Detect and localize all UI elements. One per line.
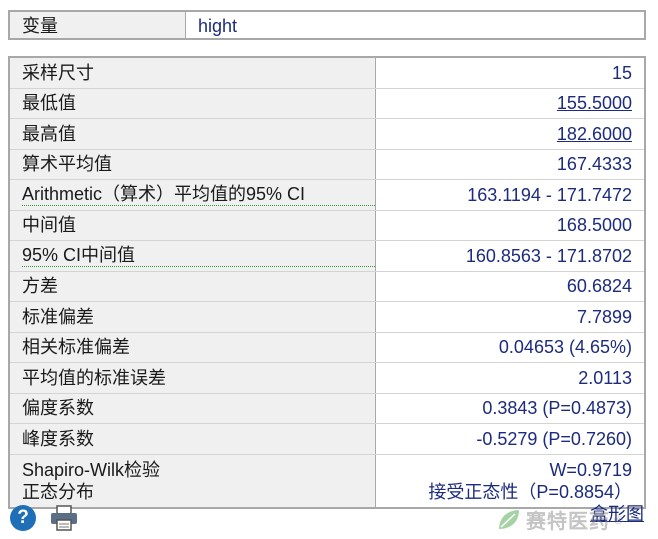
footer-toolbar: ? [10,505,78,531]
relative-std-dev-label: 相关标准偏差 [10,332,376,362]
maximum-label: 最高值 [10,119,376,149]
watermark-text: 赛特医药 [526,511,610,533]
median-value: 168.5000 [556,215,632,236]
variance-value: 60.6824 [566,276,632,297]
kurtosis-value: -0.5279 (P=0.7260) [476,428,632,449]
maximum-value-cell: 182.6000 [376,119,644,149]
normality-test-name: Shapiro-Wilk检验 [22,459,161,480]
table-row: Shapiro-Wilk检验 正态分布 W=0.9719 接受正态性（P=0.8… [10,454,644,507]
table-row: 中间值 168.5000 [10,210,644,241]
table-row: 算术平均值 167.4333 [10,149,644,180]
median-ci-label[interactable]: 95% CI中间值 [22,244,375,268]
table-row: Arithmetic（算术）平均值的95% CI 163.1194 - 171.… [10,180,644,211]
normality-distribution-label: 正态分布 [22,481,94,502]
help-icon[interactable]: ? [10,505,36,531]
mean-label: 算术平均值 [10,149,376,179]
table-row: 95% CI中间值 160.8563 - 171.8702 [10,241,644,272]
registered-mark: ® [614,512,623,527]
table-row: 最低值 155.5000 [10,88,644,119]
minimum-label: 最低值 [10,88,376,118]
variance-label: 方差 [10,271,376,301]
mean-value: 167.4333 [556,154,632,175]
normality-w-value: W=0.9719 [549,459,632,480]
mean-ci-label[interactable]: Arithmetic（算术）平均值的95% CI [22,183,375,207]
table-row: 标准偏差 7.7899 [10,302,644,333]
sample-size-value: 15 [611,62,632,83]
median-ci-value: 160.8563 - 171.8702 [465,245,632,266]
std-error-label: 平均值的标准误差 [10,363,376,393]
maximum-value-link[interactable]: 182.6000 [557,123,632,145]
std-error-value: 2.0113 [578,367,632,388]
std-dev-value: 7.7899 [576,306,632,327]
mean-ci-value: 163.1194 - 171.7472 [467,184,632,205]
table-row: 最高值 182.6000 [10,119,644,150]
variable-table: 变量 hight [8,10,646,40]
std-dev-label: 标准偏差 [10,302,376,332]
mean-ci-label-cell: Arithmetic（算术）平均值的95% CI [10,180,376,210]
table-row: 方差 60.6824 [10,271,644,302]
median-label: 中间值 [10,210,376,240]
print-icon[interactable] [50,505,78,531]
sample-size-label: 采样尺寸 [10,58,376,88]
skewness-label: 偏度系数 [10,393,376,423]
variable-value: hight [198,16,238,36]
kurtosis-label: 峰度系数 [10,424,376,454]
minimum-value-cell: 155.5000 [376,89,644,119]
median-ci-label-cell: 95% CI中间值 [10,241,376,271]
table-row: 偏度系数 0.3843 (P=0.4873) [10,393,644,424]
skewness-value: 0.3843 (P=0.4873) [482,398,632,419]
normality-label: Shapiro-Wilk检验 正态分布 [10,454,376,507]
variable-label: 变量 [10,12,186,38]
table-row: 平均值的标准误差 2.0113 [10,363,644,394]
watermark: 赛特医药 ® [496,505,623,534]
statistics-table: 采样尺寸 15 最低值 155.5000 最高值 182.6000 算术平均值 … [8,56,646,509]
relative-std-dev-value: 0.04653 (4.65%) [498,337,632,358]
table-row: 采样尺寸 15 [10,58,644,89]
table-row: 相关标准偏差 0.04653 (4.65%) [10,332,644,363]
table-row: 峰度系数 -0.5279 (P=0.7260) [10,424,644,455]
normality-value: W=0.9719 接受正态性（P=0.8854） [376,455,644,507]
leaf-logo-icon [499,509,519,529]
minimum-value-link[interactable]: 155.5000 [557,92,632,114]
